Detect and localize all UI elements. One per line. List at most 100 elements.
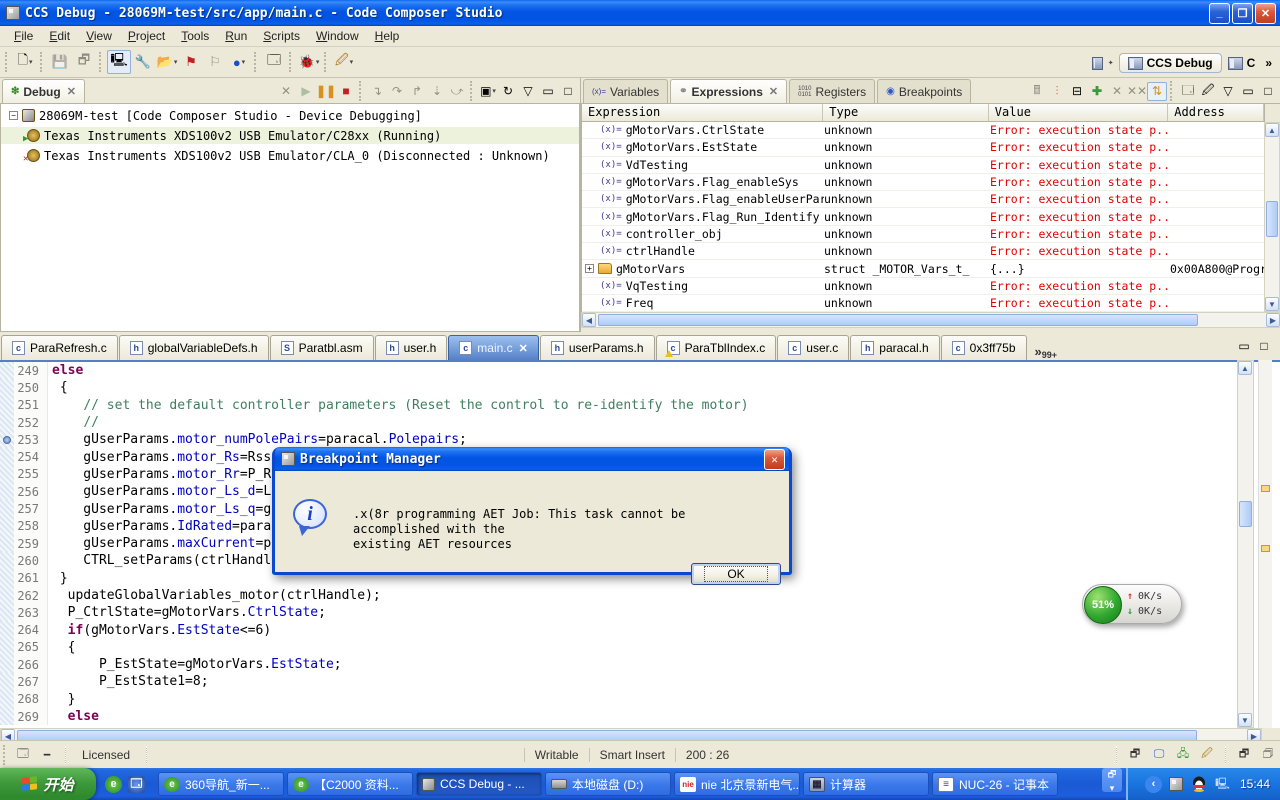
- menu-run[interactable]: Run: [217, 27, 255, 45]
- minimize-button[interactable]: _: [1209, 2, 1230, 24]
- menu-view[interactable]: View: [78, 27, 120, 45]
- breakpoint-gutter[interactable]: [0, 707, 14, 726]
- tab-expressions[interactable]: ⚭ Expressions ✕: [670, 79, 788, 103]
- edit-watch-icon[interactable]: 🖉: [1198, 82, 1218, 101]
- maximize-button[interactable]: ❐: [1232, 2, 1253, 24]
- maximize-view-icon[interactable]: □: [1254, 336, 1274, 355]
- usb-tray-icon[interactable]: 🖳: [1214, 776, 1231, 793]
- expressions-hscrollbar[interactable]: ◀ ▶: [581, 312, 1280, 328]
- breakpoint-gutter[interactable]: [0, 621, 14, 639]
- collapse-all-icon[interactable]: ⊟: [1067, 82, 1087, 101]
- auto-refresh-icon[interactable]: ⇅: [1147, 81, 1167, 101]
- expression-row[interactable]: (x)= ctrlHandle unknown Error: execution st…: [582, 243, 1265, 261]
- expression-row[interactable]: (x)= controller_obj unknown Error: executio…: [582, 226, 1265, 244]
- expression-row[interactable]: (x)= VdTesting unknown Error: execution sta…: [582, 157, 1265, 174]
- column-type[interactable]: Type: [823, 104, 989, 121]
- terminate-icon[interactable]: ■: [336, 82, 356, 101]
- tree-layout-icon[interactable]: ⫶: [1047, 82, 1067, 101]
- editor-tab-pararefresh-c[interactable]: c ParaRefresh.c: [1, 335, 118, 360]
- editor-tab-paratbl-asm[interactable]: S Paratbl.asm: [269, 335, 374, 360]
- column-expression[interactable]: Expression: [582, 104, 824, 121]
- menu-edit[interactable]: Edit: [41, 27, 78, 45]
- minimize-view-icon[interactable]: ▭: [538, 82, 558, 101]
- perspective-c[interactable]: C: [1224, 54, 1260, 72]
- ok-button[interactable]: OK: [691, 563, 781, 585]
- breakpoint-gutter[interactable]: [0, 448, 14, 466]
- column-value[interactable]: Value: [989, 104, 1169, 121]
- expression-row[interactable]: (x)= Freq unknown Error: execution state p.…: [582, 295, 1265, 312]
- breakpoint-icon[interactable]: [3, 436, 11, 445]
- editor-tab-userparams-h[interactable]: h userParams.h: [539, 335, 655, 360]
- expression-row[interactable]: (x)= VqTesting unknown Error: execution sta…: [582, 278, 1265, 295]
- perspective-ccs-debug[interactable]: CCS Debug: [1118, 53, 1222, 73]
- add-expression-icon[interactable]: ✚: [1087, 82, 1107, 101]
- step-over-icon[interactable]: ↷: [387, 82, 407, 101]
- instruction-step-over-icon[interactable]: ⤻: [447, 82, 467, 101]
- expression-row[interactable]: (x)= gMotorVars.CtrlState unknown Error: ex…: [582, 122, 1265, 140]
- breakpoint-gutter[interactable]: [0, 483, 14, 501]
- editor-tab-globalvariabledefs-h[interactable]: h globalVariableDefs.h: [118, 335, 269, 360]
- perspective-overflow-chevron[interactable]: »: [1261, 54, 1276, 72]
- scroll-right-icon[interactable]: ▶: [1266, 313, 1280, 327]
- breakpoint-gutter[interactable]: [0, 690, 14, 708]
- console-icon[interactable]: 🗇: [1259, 747, 1277, 763]
- breakpoint-gutter[interactable]: [0, 552, 14, 570]
- step-into-icon[interactable]: ↴: [367, 82, 387, 101]
- start-button[interactable]: 开始: [0, 768, 96, 800]
- close-icon[interactable]: ✕: [519, 342, 528, 355]
- expression-row[interactable]: (x)= gMotorVars.Flag_enableSys unknown Erro…: [582, 174, 1265, 192]
- scroll-thumb[interactable]: [598, 314, 1198, 326]
- breakpoint-gutter[interactable]: [0, 517, 14, 535]
- hide-icons-chevron-icon[interactable]: ‹: [1144, 775, 1162, 793]
- breakpoint-gutter[interactable]: [0, 638, 14, 657]
- app-quicklaunch-icon[interactable]: 🗔: [128, 775, 145, 793]
- breakpoint-gutter[interactable]: [0, 379, 14, 397]
- editor-tab-main-c[interactable]: c main.c ✕: [448, 335, 539, 360]
- remove-expression-icon[interactable]: ✕: [1107, 82, 1127, 101]
- save-all-icon[interactable]: 🗗: [72, 50, 96, 74]
- breakpoint-gutter[interactable]: [0, 431, 14, 449]
- open-perspective-icon[interactable]: ✦: [1091, 51, 1115, 75]
- editor-tab-paracal-h[interactable]: h paracal.h: [850, 335, 940, 360]
- editor-tab-overflow-chevron[interactable]: » 99+: [1035, 344, 1058, 360]
- debug-tree-item[interactable]: ▶ Texas Instruments XDS100v2 USB Emulator…: [1, 127, 579, 144]
- expression-row[interactable]: (x)= gMotorVars.Flag_enableUserParam unkno…: [582, 191, 1265, 209]
- memory-percent-badge[interactable]: 51%: [1084, 586, 1122, 624]
- fast-view-icon[interactable]: 🗔: [14, 747, 32, 763]
- menu-project[interactable]: Project: [120, 27, 173, 45]
- breakpoint-gutter[interactable]: [0, 413, 14, 432]
- debug-launch-icon[interactable]: 🖳: [107, 50, 131, 74]
- taskbar-task-ccs[interactable]: CCS Debug - ...: [416, 772, 542, 796]
- expression-row[interactable]: (x)= gMotorVars.Flag_Run_Identify unknown E…: [582, 208, 1265, 226]
- breakpoint-gutter[interactable]: [0, 656, 14, 674]
- dialog-titlebar[interactable]: Breakpoint Manager ✕: [275, 447, 789, 471]
- breakpoint-gutter[interactable]: [0, 569, 14, 587]
- menu-scripts[interactable]: Scripts: [255, 27, 308, 45]
- occurrence-mark[interactable]: [1261, 485, 1270, 492]
- editor-pin-icon[interactable]: 🗕: [38, 747, 56, 763]
- taskbar-task-ie[interactable]: e 【C2000 资料...: [287, 772, 413, 796]
- qq-tray-icon[interactable]: [1191, 776, 1208, 793]
- editor-tab-user-h[interactable]: h user.h: [374, 335, 448, 360]
- instruction-step-into-icon[interactable]: ⇣: [427, 82, 447, 101]
- window-group-button[interactable]: 🗗 ▾: [1101, 768, 1122, 793]
- scroll-thumb[interactable]: [1266, 201, 1278, 237]
- breakpoint-gutter[interactable]: [0, 604, 14, 622]
- breakpoint-gutter[interactable]: [0, 534, 14, 553]
- minimize-view-icon[interactable]: ▭: [1238, 82, 1258, 101]
- window-icon[interactable]: 🗗: [1126, 747, 1144, 763]
- debug-tree[interactable]: − 28069M-test [Code Composer Studio - Dev…: [0, 104, 580, 332]
- ccs-tray-icon[interactable]: [1168, 776, 1185, 793]
- dialog-close-icon[interactable]: ✕: [764, 448, 785, 470]
- occurrence-mark[interactable]: [1261, 545, 1270, 552]
- breakpoint-gutter[interactable]: [0, 500, 14, 518]
- breakpoint-gutter[interactable]: [0, 465, 14, 484]
- expander-icon[interactable]: −: [9, 111, 18, 120]
- taskbar-task-calc[interactable]: ▦ 计算器: [803, 772, 929, 796]
- tab-registers[interactable]: 1010 0101 Registers: [789, 79, 876, 103]
- scroll-down-icon[interactable]: ▼: [1238, 713, 1252, 727]
- editor-tab-user-c[interactable]: c user.c: [777, 335, 850, 360]
- step-return-icon[interactable]: ↱: [407, 82, 427, 101]
- toggle-breakpoint-icon[interactable]: ⚐: [203, 50, 227, 74]
- browser-quicklaunch-icon[interactable]: e: [105, 775, 122, 793]
